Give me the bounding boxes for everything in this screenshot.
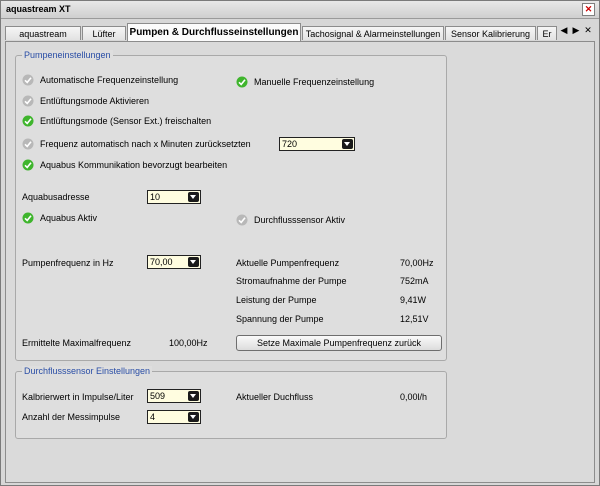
freq-reset-label: Frequenz automatisch nach x Minuten zurü… xyxy=(40,139,251,149)
flow-sensor-group: Durchflusssensor Einstellungen Kalbrierw… xyxy=(15,366,447,439)
unchecked-icon[interactable] xyxy=(22,95,34,107)
tab-aquastream[interactable]: aquastream xyxy=(5,26,81,40)
checked-icon[interactable] xyxy=(22,159,34,171)
aquabus-address-label: Aquabusadresse xyxy=(22,192,90,202)
pump-settings-group: Pumpeneinstellungen Automatische Frequen… xyxy=(15,50,447,361)
unchecked-icon[interactable] xyxy=(236,214,248,226)
tab-close-icon[interactable]: ✕ xyxy=(583,25,593,36)
close-button[interactable]: ✕ xyxy=(582,3,595,16)
pulses-value: 4 xyxy=(150,412,156,422)
pump-freq-label: Pumpenfrequenz in Hz xyxy=(22,258,114,268)
aquabus-address-combo[interactable]: 10 xyxy=(147,190,201,204)
current-flow-label: Aktueller Duchfluss xyxy=(236,392,314,402)
freq-reset-value: 720 xyxy=(282,139,298,149)
unchecked-icon[interactable] xyxy=(22,74,34,86)
reading-value: 70,00Hz xyxy=(400,258,434,268)
tab-sensor-kalibrierung[interactable]: Sensor Kalibrierung xyxy=(445,26,536,40)
pump-freq-combo[interactable]: 70,00 xyxy=(147,255,201,269)
checked-icon[interactable] xyxy=(236,76,248,88)
max-freq-value: 100,00Hz xyxy=(169,338,208,348)
manual-freq-label: Manuelle Frequenzeinstellung xyxy=(254,77,375,87)
reading-label: Leistung der Pumpe xyxy=(236,295,317,305)
pulses-label: Anzahl der Messimpulse xyxy=(22,412,121,422)
tab-strip: aquastream Lüfter Pumpen & Durchflussein… xyxy=(1,19,599,41)
reading-label: Spannung der Pumpe xyxy=(236,314,324,324)
vent-mode-sensor-label: Entlüftungsmode (Sensor Ext.) freischalt… xyxy=(40,116,212,126)
title-bar: aquastream XT ✕ xyxy=(1,1,599,19)
chevron-down-icon[interactable] xyxy=(188,257,199,267)
tab-pumpen-durchfluss[interactable]: Pumpen & Durchflusseinstellungen xyxy=(127,23,301,41)
reading-label: Aktuelle Pumpenfrequenz xyxy=(236,258,340,268)
calibration-value: 509 xyxy=(150,391,166,401)
aquabus-address-value: 10 xyxy=(150,192,161,202)
checked-icon[interactable] xyxy=(22,115,34,127)
window-title: aquastream XT xyxy=(6,4,71,14)
max-freq-label: Ermittelte Maximalfrequenz xyxy=(22,338,132,348)
tab-content: Pumpeneinstellungen Automatische Frequen… xyxy=(5,41,595,483)
app-window: aquastream XT ✕ aquastream Lüfter Pumpen… xyxy=(0,0,600,486)
tab-tachosignal-alarm[interactable]: Tachosignal & Alarmeinstellungen xyxy=(302,26,444,40)
vent-mode-label: Entlüftungsmode Aktivieren xyxy=(40,96,150,106)
freq-reset-minutes-combo[interactable]: 720 xyxy=(279,137,355,151)
reading-label: Stromaufnahme der Pumpe xyxy=(236,276,347,286)
aquabus-active-label: Aquabus Aktiv xyxy=(40,213,98,223)
pulses-combo[interactable]: 4 xyxy=(147,410,201,424)
reading-value: 9,41W xyxy=(400,295,427,305)
chevron-down-icon[interactable] xyxy=(342,139,353,149)
unchecked-icon[interactable] xyxy=(22,138,34,150)
reset-max-freq-button[interactable]: Setze Maximale Pumpenfrequenz zurück xyxy=(236,335,442,351)
reading-value: 752mA xyxy=(400,276,429,286)
checked-icon[interactable] xyxy=(22,212,34,224)
auto-freq-label: Automatische Frequenzeinstellung xyxy=(40,75,179,85)
flow-sensor-title: Durchflusssensor Einstellungen xyxy=(22,366,153,376)
tab-scroll-next-icon[interactable]: ▶ xyxy=(571,25,581,36)
pump-settings-title: Pumpeneinstellungen xyxy=(22,50,113,60)
aquabus-pref-label: Aquabus Kommunikation bevorzugt bearbeit… xyxy=(40,160,228,170)
flow-sensor-active-label: Durchflusssensor Aktiv xyxy=(254,215,346,225)
reading-value: 12,51V xyxy=(400,314,429,324)
calibration-combo[interactable]: 509 xyxy=(147,389,201,403)
tab-scroll-prev-icon[interactable]: ◀ xyxy=(559,25,569,36)
chevron-down-icon[interactable] xyxy=(188,192,199,202)
tab-luefter[interactable]: Lüfter xyxy=(82,26,126,40)
tab-more[interactable]: Er xyxy=(537,26,557,40)
pump-freq-value: 70,00 xyxy=(150,257,173,267)
calibration-label: Kalbrierwert in Impulse/Liter xyxy=(22,392,134,402)
chevron-down-icon[interactable] xyxy=(188,412,199,422)
chevron-down-icon[interactable] xyxy=(188,391,199,401)
current-flow-value: 0,00l/h xyxy=(400,392,428,402)
